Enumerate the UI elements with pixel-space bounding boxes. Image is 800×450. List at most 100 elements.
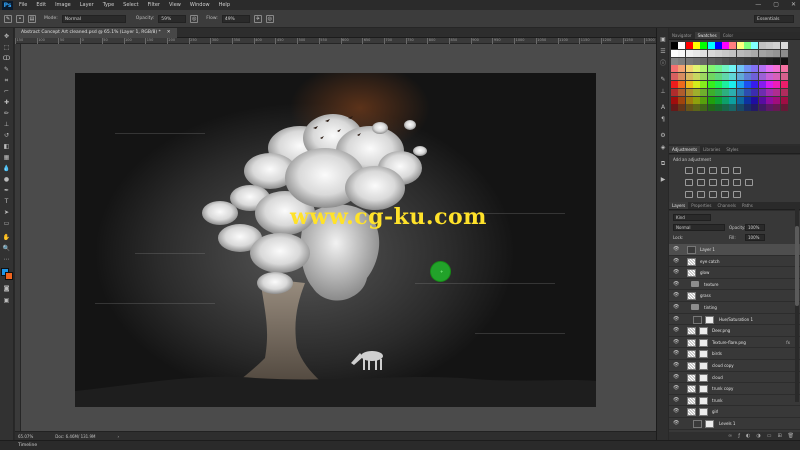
levels-icon[interactable] [697,167,705,174]
actions-icon[interactable]: ▶ [659,176,667,184]
color-swatch[interactable] [678,73,686,81]
color-swatch[interactable] [692,88,700,96]
color-swatch[interactable] [751,88,759,96]
history-brush-tool-icon[interactable]: ↺ [2,131,11,140]
color-swatch[interactable] [744,104,751,112]
color-swatch[interactable] [685,104,693,112]
color-swatch[interactable] [685,65,693,73]
maximize-button[interactable]: ▢ [773,1,779,8]
color-swatch[interactable] [773,57,781,65]
color-swatch[interactable] [707,57,715,65]
color-swatch[interactable] [736,73,744,81]
color-swatch[interactable] [692,81,700,88]
color-swatch[interactable] [773,42,781,49]
visibility-eye-icon[interactable]: 👁 [673,420,679,426]
color-swatch[interactable] [714,104,722,112]
color-swatch[interactable] [678,81,686,88]
menu-layer[interactable]: Layer [80,2,94,8]
tab-styles[interactable]: Styles [723,146,741,153]
color-swatch[interactable] [729,96,737,104]
color-swatch[interactable] [780,57,788,65]
eyedropper-tool-icon[interactable]: ⌐ [2,87,11,96]
layer-mask-thumbnail[interactable] [705,420,714,428]
airbrush-icon[interactable]: ✈ [253,14,262,23]
color-swatch[interactable] [758,88,766,96]
tab-swatches[interactable]: Swatches [694,32,720,39]
color-swatch[interactable] [765,42,773,49]
pressure-size-icon[interactable]: ◎ [265,14,274,23]
visibility-eye-icon[interactable]: 👁 [673,269,679,275]
character-icon[interactable]: A [659,104,667,112]
color-swatch[interactable] [765,96,773,104]
visibility-eye-icon[interactable]: 👁 [673,316,679,322]
menu-window[interactable]: Window [190,2,210,8]
layer-row[interactable]: 👁 girl [669,406,800,418]
color-swatch[interactable] [736,49,744,57]
lasso-tool-icon[interactable]: ↀ [2,54,11,63]
color-swatch[interactable] [773,104,781,112]
visibility-eye-icon[interactable]: 👁 [673,339,679,345]
layer-row[interactable]: 👁 texture [669,278,800,291]
screen-mode-icon[interactable]: ▣ [2,296,11,305]
invert-icon[interactable] [685,191,693,198]
color-swatch[interactable] [751,104,759,112]
color-swatch[interactable] [736,57,744,65]
color-swatch[interactable] [722,49,730,57]
color-swatch[interactable] [751,49,759,57]
color-swatch[interactable] [722,42,730,49]
color-swatch[interactable] [729,57,737,65]
color-swatch[interactable] [736,88,744,96]
link-icon[interactable]: ∞ [728,432,732,440]
layer-mask-thumbnail[interactable] [699,396,708,405]
color-swatch[interactable] [707,42,715,49]
color-swatch[interactable] [692,65,700,73]
color-swatch[interactable] [714,57,722,65]
workspace-select[interactable]: Essentials [754,14,794,23]
color-swatch[interactable] [758,104,766,112]
color-swatch[interactable] [700,42,708,49]
color-swatch[interactable] [773,65,781,73]
color-swatch[interactable] [744,42,751,49]
color-swatch[interactable] [751,73,759,81]
color-swatch[interactable] [736,104,744,112]
menu-edit[interactable]: Edit [36,2,46,8]
layer-row[interactable]: 👁 Layer 1 [669,244,800,256]
color-swatch[interactable] [758,49,766,57]
posterize-icon[interactable] [697,191,705,198]
color-swatch[interactable] [780,73,788,81]
type-tool-icon[interactable]: T [2,197,11,206]
visibility-eye-icon[interactable]: 👁 [673,374,679,380]
adjustment-icon[interactable]: ◑ [756,432,760,440]
color-swatch[interactable] [671,57,678,65]
layer-row[interactable]: 👁 Levels 1 [669,418,800,430]
pressure-opacity-icon[interactable]: ◎ [190,14,199,23]
color-swatch[interactable] [678,96,686,104]
tab-navigator[interactable]: Navigator [669,32,695,39]
scrollbar-thumb[interactable] [795,226,799,306]
color-swatch[interactable] [722,65,730,73]
tab-adjustments[interactable]: Adjustments [669,146,701,153]
color-swatch[interactable] [678,42,686,49]
color-swatch[interactable] [700,57,708,65]
layer-row[interactable]: 👁 trunk [669,394,800,407]
menu-select[interactable]: Select [123,2,138,8]
color-swatch[interactable] [692,104,700,112]
color-swatch[interactable] [685,57,693,65]
color-swatch[interactable] [714,49,722,57]
color-swatch[interactable] [722,57,730,65]
color-swatch[interactable] [751,42,759,49]
visibility-eye-icon[interactable]: 👁 [673,362,679,368]
menu-file[interactable]: File [19,2,27,8]
color-swatch[interactable] [780,49,788,57]
visibility-eye-icon[interactable]: 👁 [673,408,679,414]
color-swatch[interactable] [765,81,773,88]
color-balance-icon[interactable] [697,179,705,186]
color-swatch[interactable] [780,65,788,73]
color-swatch[interactable] [736,42,744,49]
color-swatch[interactable] [671,104,678,112]
layer-row[interactable]: 👁 glow [669,267,800,279]
zoom-tool-icon[interactable]: 🔍 [2,244,11,253]
gradient-map-icon[interactable] [721,191,729,198]
color-swatch[interactable] [685,49,693,57]
mask-icon[interactable]: ◐ [746,432,750,440]
